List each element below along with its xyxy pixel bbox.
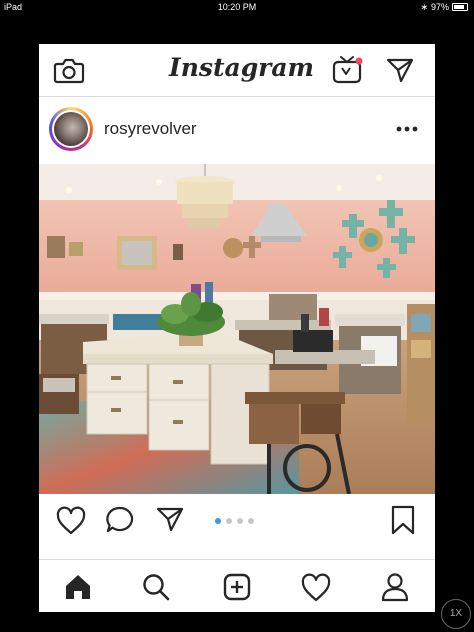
igtv-notification-dot xyxy=(355,57,363,65)
clock: 10:20 PM xyxy=(217,2,257,12)
add-post-icon[interactable] xyxy=(222,572,252,602)
activity-heart-icon[interactable] xyxy=(300,573,332,603)
carousel-dot xyxy=(226,518,232,524)
home-icon[interactable] xyxy=(63,572,93,602)
heart-icon[interactable] xyxy=(55,506,87,536)
carousel-indicator xyxy=(215,518,254,524)
post-actions xyxy=(39,496,435,546)
avatar[interactable] xyxy=(49,107,93,151)
avatar-border xyxy=(52,110,90,148)
zoom-button[interactable]: 1X xyxy=(441,599,471,629)
post-header: rosyrevolver xyxy=(39,97,435,163)
bottom-nav xyxy=(39,559,435,612)
craft-room-photo xyxy=(39,164,435,494)
bluetooth-icon: ∗ xyxy=(420,2,428,12)
battery-percent: 97% xyxy=(430,2,449,12)
carousel-dot-active xyxy=(215,518,221,524)
carousel-dot xyxy=(237,518,243,524)
profile-icon[interactable] xyxy=(380,571,410,603)
post-username[interactable]: rosyrevolver xyxy=(104,119,197,139)
more-options-icon[interactable] xyxy=(395,125,419,133)
comment-icon[interactable] xyxy=(105,505,135,535)
search-icon[interactable] xyxy=(141,572,171,602)
bookmark-icon[interactable] xyxy=(389,504,417,536)
direct-message-icon[interactable] xyxy=(385,56,415,84)
camera-icon[interactable] xyxy=(53,56,85,86)
post-image[interactable] xyxy=(39,164,435,494)
instagram-screen: Instagram rosyrevolver xyxy=(39,44,435,612)
instagram-logo: Instagram xyxy=(169,53,314,82)
share-icon[interactable] xyxy=(155,505,185,533)
avatar-image xyxy=(54,112,88,146)
status-right: ∗ 97% xyxy=(420,0,468,14)
top-bar: Instagram xyxy=(39,44,435,97)
carousel-dot xyxy=(248,518,254,524)
igtv-icon[interactable] xyxy=(331,54,365,86)
status-bar: iPad 10:20 PM ∗ 97% xyxy=(0,0,474,14)
battery-icon xyxy=(452,3,468,11)
